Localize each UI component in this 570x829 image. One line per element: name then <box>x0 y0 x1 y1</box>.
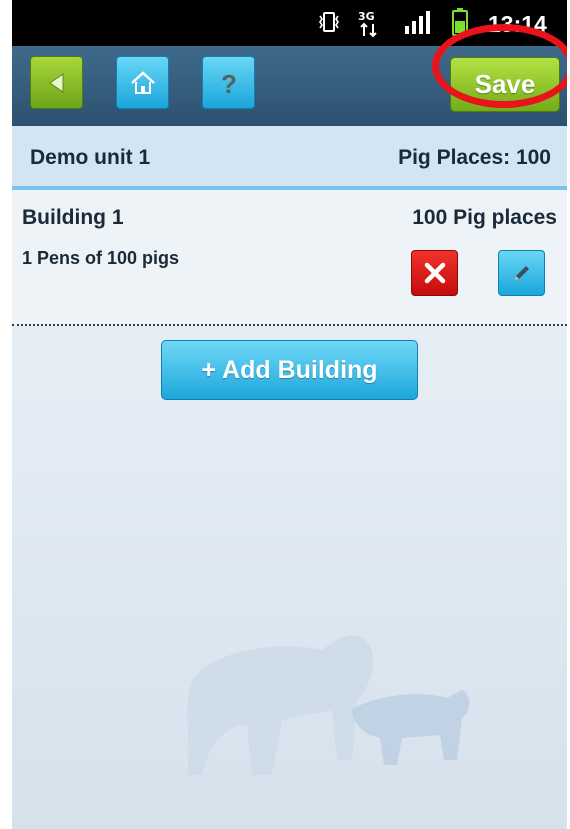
back-arrow-icon <box>48 72 63 93</box>
status-bar: 3G 13:14 <box>12 0 567 46</box>
battery-icon <box>452 8 468 36</box>
svg-text:3G: 3G <box>358 10 375 23</box>
back-button[interactable] <box>30 56 83 109</box>
app-screen: 3G 13:14 ? Save Demo unit 1 Pig Places: … <box>12 0 567 829</box>
vibrate-icon <box>319 12 339 32</box>
save-button[interactable]: Save <box>450 57 560 112</box>
signal-icon <box>405 11 430 34</box>
home-button[interactable] <box>116 56 169 109</box>
close-icon <box>424 262 445 284</box>
home-icon <box>130 70 155 94</box>
building-pens: 1 Pens of 100 pigs <box>22 248 180 268</box>
building-pig-places: 100 Pig places <box>412 206 557 229</box>
edit-building-button[interactable] <box>498 250 545 296</box>
status-time: 13:14 <box>488 11 547 37</box>
unit-name: Demo unit 1 <box>30 146 151 169</box>
pig-watermark-icon <box>187 635 470 775</box>
3g-data-icon: 3G <box>358 10 377 38</box>
unit-pig-places: Pig Places: 100 <box>398 146 551 169</box>
unit-header: Demo unit 1 Pig Places: 100 <box>12 126 567 190</box>
help-icon: ? <box>221 69 237 98</box>
help-button[interactable]: ? <box>202 56 255 109</box>
top-toolbar: ? Save <box>12 46 567 126</box>
pencil-icon <box>514 266 529 280</box>
building-list-item: Building 1 100 Pig places 1 Pens of 100 … <box>12 190 567 326</box>
svg-text:?: ? <box>221 69 237 98</box>
building-name: Building 1 <box>22 206 124 229</box>
delete-building-button[interactable] <box>411 250 458 296</box>
add-building-button[interactable]: + Add Building <box>161 340 418 400</box>
